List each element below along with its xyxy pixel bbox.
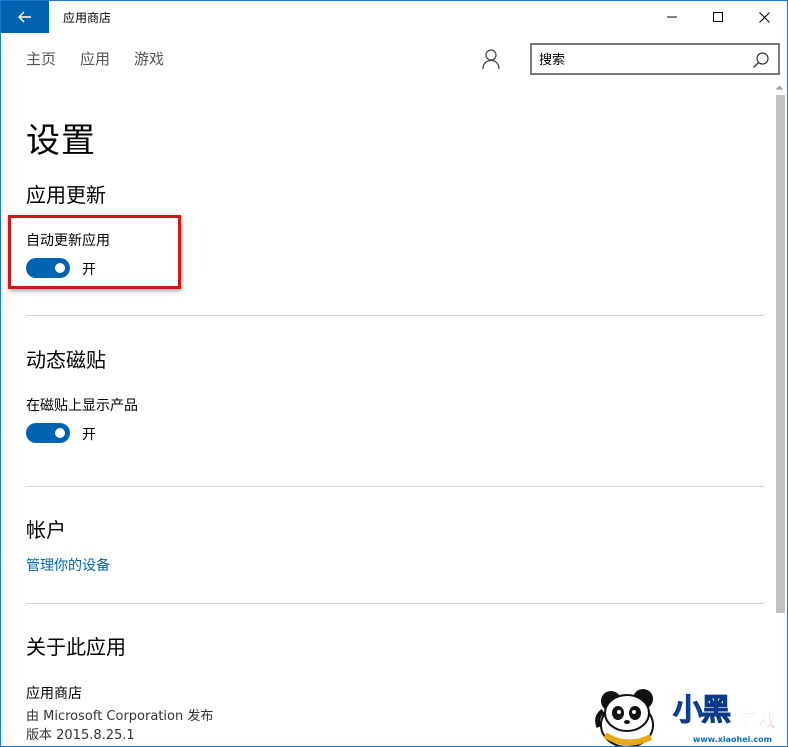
live-tile-toggle-state: 开 [82, 427, 96, 443]
divider [26, 315, 764, 316]
section-title-account: 帐户 [26, 518, 66, 542]
minimize-icon [667, 16, 677, 18]
close-button[interactable] [741, 1, 787, 33]
watermark-site: www.xiaohei.com [693, 735, 772, 744]
vertical-scrollbar[interactable] [772, 83, 787, 746]
about-publisher: 由 Microsoft Corporation 发布 [26, 709, 214, 724]
minimize-button[interactable] [649, 1, 695, 33]
nav-bar: 主页 应用 游戏 [1, 33, 787, 83]
search-icon[interactable] [752, 51, 770, 69]
scroll-up-arrow-icon[interactable] [775, 83, 784, 92]
search-input[interactable] [539, 50, 739, 70]
back-arrow-icon [18, 11, 31, 23]
tab-games[interactable]: 游戏 [134, 48, 164, 69]
section-title-app-updates: 应用更新 [26, 183, 106, 207]
section-title-about: 关于此应用 [26, 635, 126, 659]
watermark-logo: 小黑 游戏 www.xiaohei.com [593, 677, 787, 746]
tab-home[interactable]: 主页 [26, 48, 56, 69]
panda-mascot-icon [595, 689, 654, 746]
maximize-icon [713, 12, 723, 22]
highlight-annotation [8, 215, 181, 289]
search-box[interactable] [530, 43, 780, 75]
live-tile-toggle[interactable] [26, 423, 70, 443]
window-title: 应用商店 [63, 11, 112, 25]
divider [26, 603, 764, 604]
app-window: 应用商店 主页 应用 游戏 搜索 设置 应用更新 自动更新应用 开 动态磁贴 在… [0, 0, 788, 747]
tab-apps[interactable]: 应用 [80, 48, 110, 69]
maximize-button[interactable] [695, 1, 741, 33]
divider [26, 486, 764, 487]
about-version: 版本 2015.8.25.1 [26, 728, 135, 743]
page-title: 设置 [26, 121, 96, 161]
about-app-name: 应用商店 [26, 686, 82, 702]
back-button[interactable] [1, 1, 49, 33]
title-bar: 应用商店 [1, 1, 787, 33]
scroll-thumb[interactable] [776, 95, 785, 613]
watermark-brand-suffix: 游戏 [739, 709, 778, 732]
close-icon [758, 11, 770, 23]
live-tile-label: 在磁贴上显示产品 [26, 398, 138, 414]
user-account-icon[interactable] [481, 48, 501, 70]
manage-devices-link[interactable]: 管理你的设备 [26, 555, 110, 575]
section-title-live-tiles: 动态磁贴 [26, 348, 106, 372]
watermark-brand: 小黑 [673, 693, 732, 729]
toggle-knob [55, 428, 65, 438]
